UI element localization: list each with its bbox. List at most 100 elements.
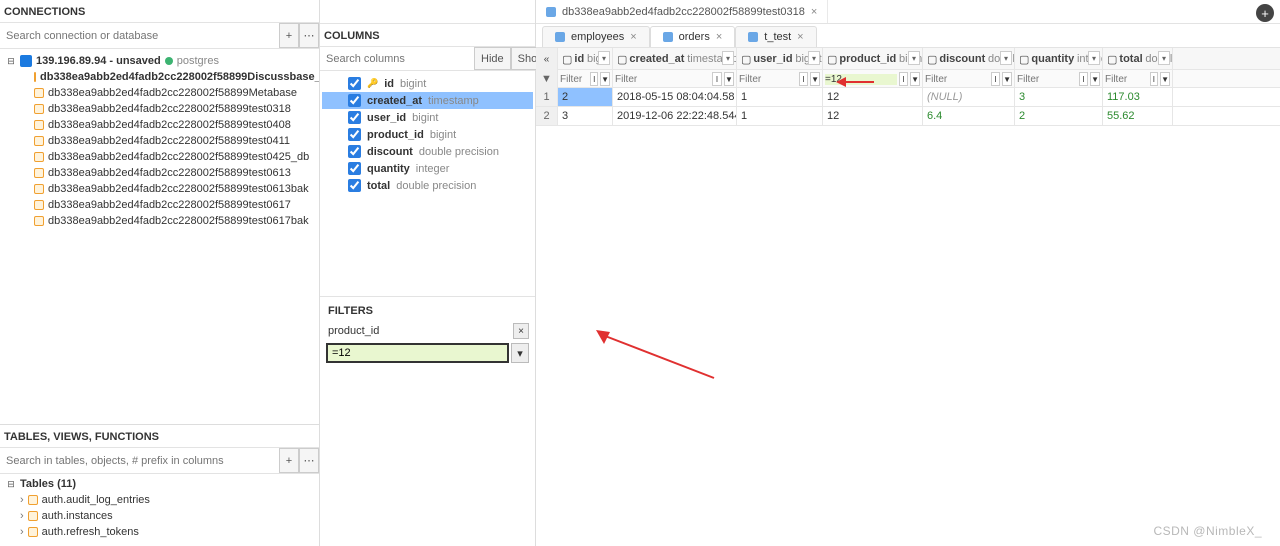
expand-icon[interactable] xyxy=(20,494,24,506)
column-checkbox[interactable] xyxy=(348,179,361,192)
connections-menu-button[interactable]: ⋯ xyxy=(299,23,319,48)
tables-root[interactable]: Tables (11) xyxy=(6,476,319,492)
database-node[interactable]: db338ea9abb2ed4fadb2cc228002f58899test06… xyxy=(34,165,319,181)
table-tab[interactable]: employees× xyxy=(542,26,650,47)
column-menu-button[interactable]: ▾ xyxy=(908,51,920,65)
column-header[interactable]: ▢product_id bigint▾ xyxy=(823,48,923,70)
table-tab[interactable]: orders× xyxy=(650,26,736,47)
column-header[interactable]: ▢created_at timestamp▾ xyxy=(613,48,737,70)
filter-funnel-button[interactable]: ▼ xyxy=(1160,72,1170,86)
database-node[interactable]: db338ea9abb2ed4fadb2cc228002f58899test06… xyxy=(34,213,319,229)
tables-search-input[interactable] xyxy=(0,448,279,473)
add-table-button[interactable]: + xyxy=(279,448,299,473)
filter-funnel-button[interactable]: ▼ xyxy=(724,72,734,86)
column-header[interactable]: ▢id big▾ xyxy=(558,48,613,70)
expand-icon[interactable] xyxy=(20,510,24,522)
column-item[interactable]: created_at timestamp xyxy=(322,92,533,109)
column-checkbox[interactable] xyxy=(348,128,361,141)
filter-funnel-button[interactable]: ▼ xyxy=(910,72,920,86)
cell[interactable]: (NULL) xyxy=(923,88,1015,106)
filter-case-button[interactable]: I xyxy=(991,72,1000,86)
column-menu-button[interactable]: ▾ xyxy=(722,51,734,65)
collapse-grid-button[interactable]: « xyxy=(536,48,558,70)
filter-funnel-button[interactable]: ▼ xyxy=(1002,72,1012,86)
column-item[interactable]: discount double precision xyxy=(322,143,533,160)
cell[interactable]: 3 xyxy=(1015,88,1103,106)
column-checkbox[interactable] xyxy=(348,145,361,158)
table-row[interactable]: 232019-12-06 22:22:48.5441126.4255.62 xyxy=(536,107,1280,126)
table-tab[interactable]: t_test× xyxy=(735,26,816,47)
filter-value-input[interactable] xyxy=(326,343,509,363)
column-checkbox[interactable] xyxy=(348,111,361,124)
filter-case-button[interactable]: I xyxy=(1079,72,1088,86)
column-header[interactable]: ▢total doubl▾ xyxy=(1103,48,1173,70)
table-node[interactable]: auth.refresh_tokens xyxy=(20,524,319,540)
column-checkbox[interactable] xyxy=(348,77,361,90)
add-tab-button[interactable]: + xyxy=(1256,4,1274,22)
cell[interactable]: 1 xyxy=(737,107,823,125)
column-header[interactable]: ▢discount double▾ xyxy=(923,48,1015,70)
close-tab-button[interactable]: × xyxy=(811,6,817,18)
database-node[interactable]: db338ea9abb2ed4fadb2cc228002f58899test06… xyxy=(34,181,319,197)
filter-case-button[interactable]: I xyxy=(712,72,722,86)
editor-tab[interactable]: db338ea9abb2ed4fadb2cc228002f58899test03… xyxy=(536,0,828,23)
filter-case-button[interactable]: I xyxy=(799,72,808,86)
filter-case-button[interactable]: I xyxy=(1150,72,1159,86)
column-filter-input[interactable] xyxy=(739,74,797,85)
database-node[interactable]: db338ea9abb2ed4fadb2cc228002f58899Discus… xyxy=(34,69,319,85)
server-node[interactable]: 139.196.89.94 - unsaved postgres xyxy=(6,53,319,69)
filter-case-button[interactable]: I xyxy=(899,72,909,86)
cell[interactable]: 2 xyxy=(558,88,613,106)
filter-funnel-button[interactable]: ▼ xyxy=(810,72,820,86)
add-connection-button[interactable]: + xyxy=(279,23,299,48)
column-item[interactable]: 🔑id bigint xyxy=(322,75,533,92)
collapse-icon[interactable] xyxy=(6,478,16,490)
column-menu-button[interactable]: ▾ xyxy=(598,51,610,65)
filter-funnel-icon[interactable]: ▼ xyxy=(536,70,558,88)
tables-menu-button[interactable]: ⋯ xyxy=(299,448,319,473)
hide-columns-button[interactable]: Hide xyxy=(474,47,511,70)
column-header[interactable]: ▢user_id bigint▾ xyxy=(737,48,823,70)
collapse-icon[interactable] xyxy=(6,55,16,67)
cell[interactable]: 55.62 xyxy=(1103,107,1173,125)
column-filter-input[interactable] xyxy=(1017,74,1077,85)
column-checkbox[interactable] xyxy=(348,162,361,175)
column-item[interactable]: user_id bigint xyxy=(322,109,533,126)
column-menu-button[interactable]: ▾ xyxy=(1088,51,1100,65)
expand-icon[interactable] xyxy=(20,526,24,538)
database-node[interactable]: db338ea9abb2ed4fadb2cc228002f58899test03… xyxy=(34,101,319,117)
column-filter-input[interactable] xyxy=(925,74,989,85)
column-checkbox[interactable] xyxy=(348,94,361,107)
cell[interactable]: 117.03 xyxy=(1103,88,1173,106)
column-header[interactable]: ▢quantity integer▾ xyxy=(1015,48,1103,70)
table-node[interactable]: auth.instances xyxy=(20,508,319,524)
cell[interactable]: 2018-05-15 08:04:04.58 xyxy=(613,88,737,106)
cell[interactable]: 3 xyxy=(558,107,613,125)
database-node[interactable]: db338ea9abb2ed4fadb2cc228002f58899test06… xyxy=(34,197,319,213)
close-tab-button[interactable]: × xyxy=(716,31,722,43)
table-node[interactable]: auth.audit_log_entries xyxy=(20,492,319,508)
cell[interactable]: 12 xyxy=(823,88,923,106)
column-item[interactable]: quantity integer xyxy=(322,160,533,177)
column-item[interactable]: total double precision xyxy=(322,177,533,194)
cell[interactable]: 12 xyxy=(823,107,923,125)
cell[interactable]: 2 xyxy=(1015,107,1103,125)
table-row[interactable]: 122018-05-15 08:04:04.58112(NULL)3117.03 xyxy=(536,88,1280,107)
column-filter-input[interactable] xyxy=(1105,74,1148,85)
apply-filter-button[interactable]: ▾ xyxy=(511,343,529,363)
column-menu-button[interactable]: ▾ xyxy=(1000,51,1012,65)
column-menu-button[interactable]: ▾ xyxy=(1158,51,1170,65)
column-filter-input[interactable] xyxy=(825,74,897,85)
connections-search-input[interactable] xyxy=(0,23,279,48)
column-menu-button[interactable]: ▾ xyxy=(808,51,820,65)
cell[interactable]: 6.4 xyxy=(923,107,1015,125)
close-tab-button[interactable]: × xyxy=(797,31,803,43)
database-node[interactable]: db338ea9abb2ed4fadb2cc228002f58899test04… xyxy=(34,117,319,133)
cell[interactable]: 2019-12-06 22:22:48.544 xyxy=(613,107,737,125)
filter-funnel-button[interactable]: ▼ xyxy=(1090,72,1100,86)
filter-case-button[interactable]: I xyxy=(590,72,598,86)
columns-search-input[interactable] xyxy=(320,47,474,70)
database-node[interactable]: db338ea9abb2ed4fadb2cc228002f58899test04… xyxy=(34,149,319,165)
database-node[interactable]: db338ea9abb2ed4fadb2cc228002f58899Metaba… xyxy=(34,85,319,101)
remove-filter-button[interactable]: × xyxy=(513,323,529,339)
